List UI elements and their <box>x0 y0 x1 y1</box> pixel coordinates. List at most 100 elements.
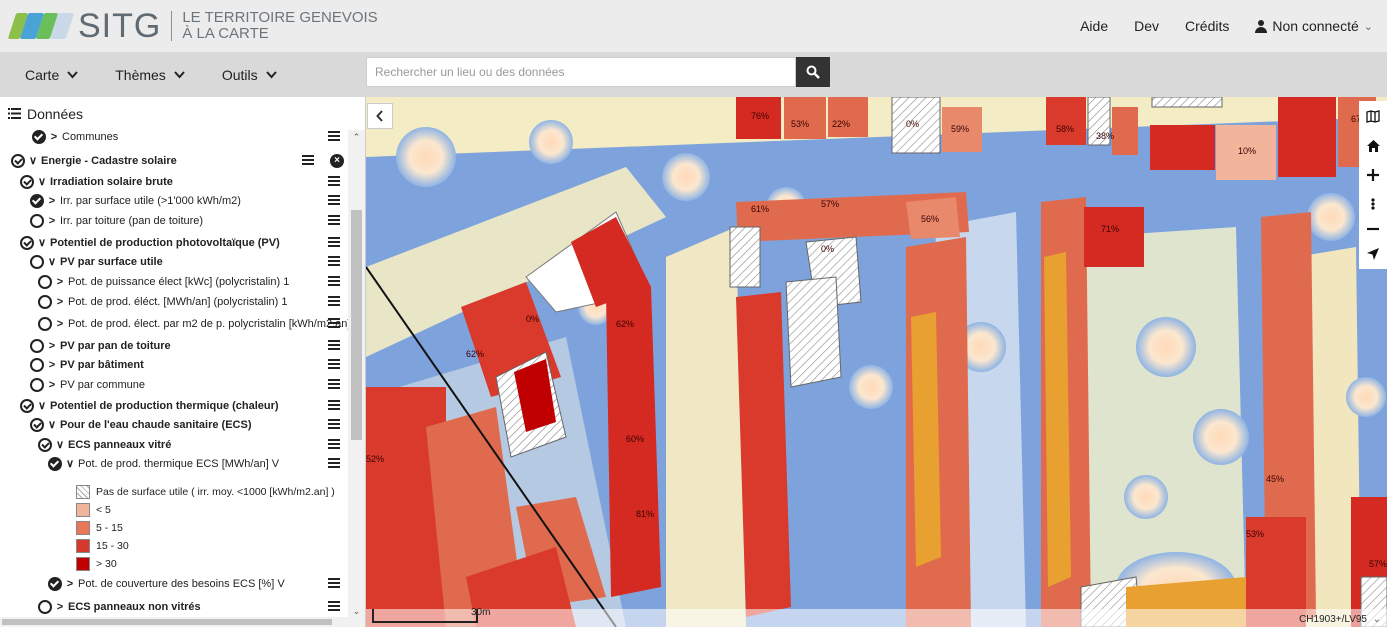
zoom-in-icon[interactable] <box>1367 168 1379 181</box>
layer-menu-icon[interactable] <box>328 400 340 410</box>
layer-visibility-toggle[interactable] <box>20 174 34 189</box>
locate-icon[interactable] <box>1367 248 1379 261</box>
layer-row[interactable]: > Pot. de puissance élect [kWc] (polycris… <box>0 272 348 291</box>
chevron-down-icon[interactable]: ∨ <box>52 438 68 451</box>
layer-visibility-toggle[interactable] <box>30 357 44 372</box>
scrollbar-thumb[interactable] <box>351 210 362 440</box>
layer-visibility-toggle[interactable] <box>30 213 44 228</box>
chevron-down-icon[interactable]: ⌄ <box>1373 614 1381 625</box>
panel-hscrollbar[interactable] <box>0 617 348 627</box>
menu-carte[interactable]: Carte <box>0 67 90 83</box>
crs-selector[interactable]: CH1903+/LV95 <box>1299 614 1367 625</box>
layer-menu-icon[interactable] <box>328 318 340 328</box>
layer-visibility-toggle[interactable] <box>38 316 52 331</box>
layer-visibility-toggle[interactable] <box>30 417 44 432</box>
layer-menu-icon[interactable] <box>328 296 340 306</box>
layer-menu-icon[interactable] <box>328 215 340 225</box>
chevron-down-icon[interactable]: ∨ <box>44 255 60 268</box>
layer-menu-icon[interactable] <box>328 237 340 247</box>
chevron-down-icon[interactable]: ∨ <box>25 154 41 167</box>
layer-visibility-toggle[interactable] <box>32 129 46 144</box>
map-icon[interactable] <box>1366 109 1380 123</box>
chevron-down-icon[interactable]: ∨ <box>34 175 50 188</box>
layer-row[interactable]: > Pot. de prod. éléct. [MWh/an] (polycris… <box>0 292 348 311</box>
layer-row[interactable]: > Communes <box>0 127 348 146</box>
chevron-right-icon[interactable]: > <box>62 578 78 590</box>
layer-menu-icon[interactable] <box>328 176 340 186</box>
chevron-right-icon[interactable]: > <box>44 215 60 227</box>
layer-menu-icon[interactable] <box>328 131 340 141</box>
layer-row[interactable]: ∨ Energie - Cadastre solaire × <box>0 151 348 170</box>
chevron-right-icon[interactable]: > <box>52 601 68 613</box>
layer-visibility-toggle[interactable] <box>20 235 34 250</box>
layer-menu-icon[interactable] <box>328 359 340 369</box>
layer-row[interactable]: > Irr. par surface utile (>1'000 kWh/m2) <box>0 191 348 210</box>
layer-visibility-toggle[interactable] <box>30 193 44 208</box>
chevron-right-icon[interactable]: > <box>52 318 68 330</box>
layer-menu-icon[interactable] <box>328 340 340 350</box>
layer-visibility-toggle[interactable] <box>11 153 25 168</box>
layer-row[interactable]: ∨ Potentiel de production thermique (chal… <box>0 396 348 415</box>
link-dev[interactable]: Dev <box>1134 18 1159 34</box>
layer-menu-icon[interactable] <box>302 155 314 165</box>
chevron-down-icon[interactable]: ∨ <box>34 399 50 412</box>
chevron-right-icon[interactable]: > <box>52 276 68 288</box>
layer-row[interactable]: ∨ PV par surface utile <box>0 252 348 271</box>
layer-menu-icon[interactable] <box>328 419 340 429</box>
chevron-down-icon[interactable]: ∨ <box>34 236 50 249</box>
layer-row[interactable]: > Irr. par toiture (pan de toiture) <box>0 211 348 230</box>
layer-menu-icon[interactable] <box>328 439 340 449</box>
chevron-right-icon[interactable]: > <box>46 131 62 143</box>
layer-row[interactable]: > Pot. de prod. élect. par m2 de p. polyc… <box>0 314 348 333</box>
zoom-out-icon[interactable] <box>1367 227 1379 231</box>
layer-visibility-toggle[interactable] <box>30 254 44 269</box>
layer-menu-icon[interactable] <box>328 256 340 266</box>
layer-row[interactable]: > ECS panneaux non vitrés <box>0 597 348 616</box>
menu-themes[interactable]: Thèmes <box>90 67 197 83</box>
map-view[interactable]: 76%53%22%0%59%58%38%10%67%61%57%56%71%0%… <box>366 97 1387 627</box>
layer-visibility-toggle[interactable] <box>30 338 44 353</box>
layer-visibility-toggle[interactable] <box>20 398 34 413</box>
layer-menu-icon[interactable] <box>328 601 340 611</box>
hscrollbar-thumb[interactable] <box>2 619 332 625</box>
layer-row[interactable]: ∨ Pour de l'eau chaude sanitaire (ECS) <box>0 415 348 434</box>
layer-row[interactable]: > PV par bâtiment <box>0 355 348 374</box>
collapse-panel-button[interactable] <box>367 103 393 129</box>
more-vertical-icon[interactable] <box>1371 198 1375 210</box>
layer-row[interactable]: > Pot. de couverture des besoins ECS [%] … <box>0 574 348 593</box>
user-menu[interactable]: Non connecté ⌄ <box>1255 18 1373 34</box>
chevron-right-icon[interactable]: > <box>44 359 60 371</box>
chevron-right-icon[interactable]: > <box>44 195 60 207</box>
scroll-down-icon[interactable]: ⌄ <box>348 606 365 617</box>
layer-visibility-toggle[interactable] <box>48 456 62 471</box>
remove-layer-icon[interactable]: × <box>330 154 344 168</box>
layer-row[interactable]: ∨ Irradiation solaire brute <box>0 172 348 191</box>
layer-row[interactable]: > PV par pan de toiture <box>0 336 348 355</box>
layer-menu-icon[interactable] <box>328 195 340 205</box>
link-aide[interactable]: Aide <box>1080 18 1108 34</box>
layer-menu-icon[interactable] <box>328 276 340 286</box>
layer-visibility-toggle[interactable] <box>38 437 52 452</box>
sitg-logo[interactable]: SITG LE TERRITOIRE GENEVOIS À LA CARTE <box>7 6 378 46</box>
menu-outils[interactable]: Outils <box>197 67 289 83</box>
layer-row[interactable]: ∨ Pot. de prod. thermique ECS [MWh/an] V <box>0 454 348 473</box>
search-input[interactable] <box>367 58 795 86</box>
layer-row[interactable]: ∨ Potentiel de production photovoltaïque … <box>0 233 348 252</box>
solar-map[interactable]: 76%53%22%0%59%58%38%10%67%61%57%56%71%0%… <box>366 97 1387 627</box>
layer-menu-icon[interactable] <box>328 458 340 468</box>
panel-scrollbar[interactable]: ⌃ ⌄ <box>348 130 365 627</box>
search-button[interactable] <box>796 57 830 87</box>
home-icon[interactable] <box>1366 139 1380 152</box>
layer-row[interactable]: > PV par commune <box>0 375 348 394</box>
layer-visibility-toggle[interactable] <box>38 274 52 289</box>
layer-visibility-toggle[interactable] <box>48 576 62 591</box>
layer-menu-icon[interactable] <box>328 578 340 588</box>
chevron-right-icon[interactable]: > <box>52 296 68 308</box>
layer-visibility-toggle[interactable] <box>30 377 44 392</box>
chevron-down-icon[interactable]: ∨ <box>62 457 78 470</box>
layer-visibility-toggle[interactable] <box>38 599 52 614</box>
layer-visibility-toggle[interactable] <box>38 294 52 309</box>
layer-menu-icon[interactable] <box>328 379 340 389</box>
link-credits[interactable]: Crédits <box>1185 18 1229 34</box>
chevron-right-icon[interactable]: > <box>44 340 60 352</box>
